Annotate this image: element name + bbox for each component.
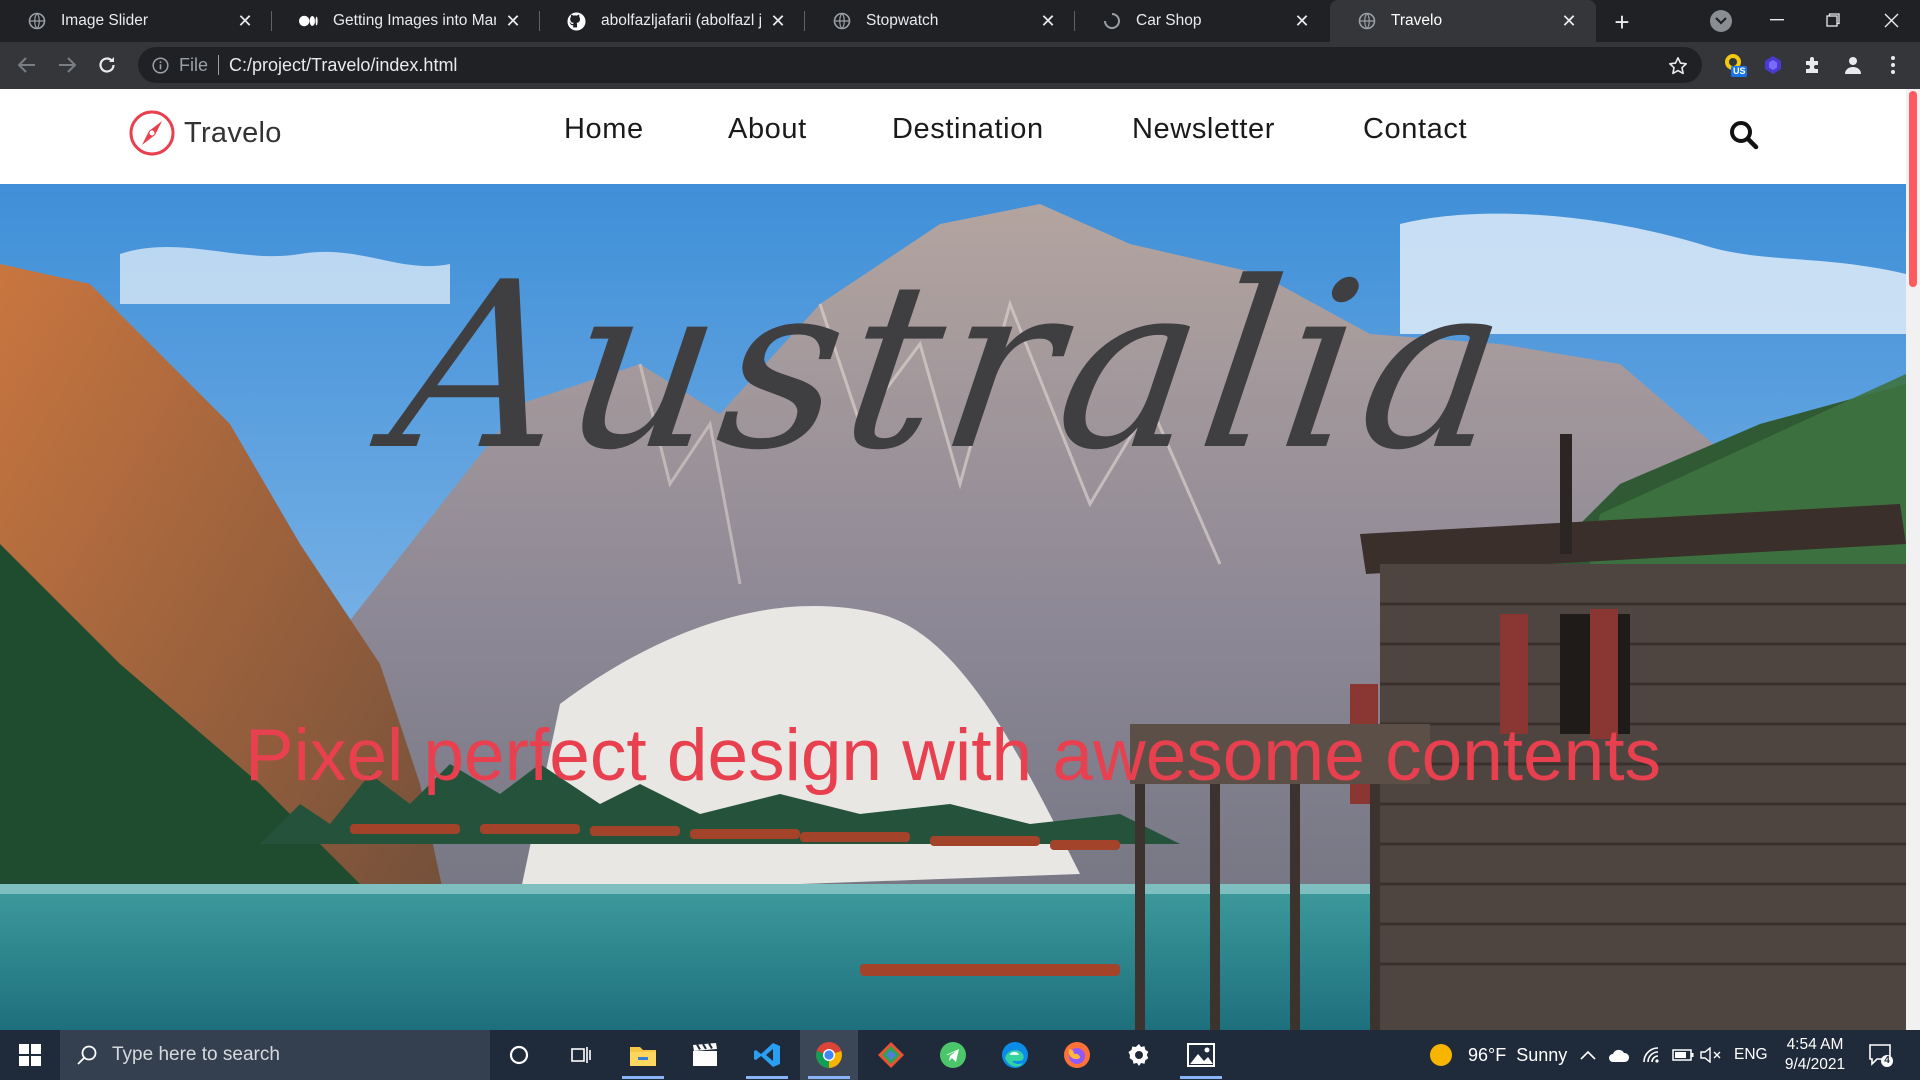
telegram-icon[interactable] <box>924 1030 982 1080</box>
tab-github[interactable]: abolfazljafarii (abolfazl jafari ✕ <box>540 0 805 42</box>
taskbar: Type here to search 96°F Sunny ENG 4:54 … <box>0 1030 1920 1080</box>
weather-widget[interactable]: 96°F Sunny <box>1428 1030 1567 1080</box>
clock-date: 9/4/2021 <box>1784 1056 1846 1073</box>
firefox-icon[interactable] <box>1048 1030 1106 1080</box>
weather-temp: 96°F <box>1468 1044 1507 1065</box>
vscode-icon[interactable] <box>738 1030 796 1080</box>
language-indicator[interactable]: ENG <box>1734 1030 1768 1080</box>
search-icon <box>77 1045 97 1065</box>
extension-badge: US <box>1733 66 1746 76</box>
onedrive-icon[interactable] <box>1608 1030 1630 1080</box>
close-tab-icon[interactable]: ✕ <box>1291 10 1313 32</box>
clock-time: 4:54 AM <box>1786 1036 1844 1053</box>
hero-subtitle: Pixel perfect design with awesome conten… <box>244 715 1662 796</box>
tab-strip: Image Slider ✕ Getting Images into Markd… <box>0 0 1920 42</box>
close-tab-icon[interactable]: ✕ <box>767 10 789 32</box>
tab-title: abolfazljafarii (abolfazl jafari <box>601 12 761 29</box>
task-view-icon[interactable] <box>552 1030 610 1080</box>
close-tab-icon[interactable]: ✕ <box>1558 10 1580 32</box>
site-logo[interactable]: Travelo <box>128 109 282 157</box>
reload-icon[interactable] <box>92 50 122 80</box>
extensions-puzzle-icon[interactable] <box>1800 52 1826 78</box>
tab-car-shop[interactable]: Car Shop ✕ <box>1075 0 1329 42</box>
movie-maker-icon[interactable] <box>676 1030 734 1080</box>
back-icon[interactable] <box>12 50 42 80</box>
address-bar[interactable]: File C:/project/Travelo/index.html <box>138 47 1702 83</box>
tab-stopwatch[interactable]: Stopwatch ✕ <box>805 0 1075 42</box>
github-icon <box>567 12 586 31</box>
sun-icon <box>1430 1044 1452 1066</box>
cortana-icon[interactable] <box>490 1030 548 1080</box>
bookmark-star-icon[interactable] <box>1667 55 1689 77</box>
search-icon[interactable] <box>1728 119 1764 155</box>
hero-title: Australia <box>379 234 1527 501</box>
globe-icon <box>832 12 851 31</box>
page-viewport: Travelo Home About Destination Newslette… <box>0 89 1920 1030</box>
tab-image-slider[interactable]: Image Slider ✕ <box>0 0 272 42</box>
nav-destination[interactable]: Destination <box>892 113 1044 146</box>
globe-icon <box>1357 12 1376 31</box>
page-scrollbar[interactable] <box>1906 89 1920 1030</box>
tab-travelo[interactable]: Travelo ✕ <box>1330 0 1596 42</box>
chrome-icon[interactable] <box>800 1030 858 1080</box>
url-text[interactable]: C:/project/Travelo/index.html <box>229 55 457 76</box>
tab-title: Car Shop <box>1136 12 1202 29</box>
tab-markdown[interactable]: Getting Images into Markdo ✕ <box>272 0 540 42</box>
site-header: Travelo Home About Destination Newslette… <box>0 89 1906 184</box>
globe-icon <box>27 12 46 31</box>
clock[interactable]: 4:54 AM 9/4/2021 <box>1770 1035 1860 1075</box>
scheme-label: File <box>179 54 209 75</box>
file-explorer-icon[interactable] <box>614 1030 672 1080</box>
close-tab-icon[interactable]: ✕ <box>234 10 256 32</box>
tab-title: Stopwatch <box>866 12 939 29</box>
nav-home[interactable]: Home <box>564 113 644 146</box>
close-window-icon[interactable] <box>1864 0 1918 40</box>
weather-condition: Sunny <box>1516 1044 1568 1065</box>
menu-kebab-icon[interactable] <box>1880 52 1906 78</box>
forward-icon[interactable] <box>52 50 82 80</box>
taskbar-search[interactable]: Type here to search <box>60 1030 490 1080</box>
tab-title: Travelo <box>1391 12 1443 29</box>
loading-icon <box>1102 12 1121 31</box>
minimize-icon[interactable] <box>1750 0 1804 40</box>
notification-count: 4 <box>1884 1055 1890 1066</box>
settings-icon[interactable] <box>1110 1030 1168 1080</box>
tab-search-icon[interactable] <box>1710 10 1732 32</box>
wifi-icon[interactable] <box>1642 1030 1662 1080</box>
browser-toolbar: File C:/project/Travelo/index.html US <box>0 42 1920 89</box>
close-tab-icon[interactable]: ✕ <box>502 10 524 32</box>
git-icon[interactable] <box>862 1030 920 1080</box>
extension-icon[interactable] <box>1760 52 1786 78</box>
photos-icon[interactable] <box>1172 1030 1230 1080</box>
show-hidden-icons-icon[interactable] <box>1580 1030 1596 1080</box>
profile-icon[interactable] <box>1840 52 1866 78</box>
info-icon[interactable] <box>151 56 169 74</box>
scrollbar-thumb[interactable] <box>1909 91 1917 287</box>
edge-icon[interactable] <box>986 1030 1044 1080</box>
nav-about[interactable]: About <box>728 113 807 146</box>
new-tab-icon[interactable]: + <box>1608 7 1636 37</box>
medium-icon <box>299 12 318 31</box>
taskbar-search-placeholder: Type here to search <box>112 1044 280 1065</box>
battery-icon[interactable] <box>1672 1030 1694 1080</box>
compass-icon <box>129 110 175 156</box>
tab-title: Getting Images into Markdo <box>333 12 496 29</box>
nav-contact[interactable]: Contact <box>1363 113 1467 146</box>
windows-start-icon[interactable] <box>0 1030 60 1080</box>
vpn-extension-icon[interactable]: US <box>1722 52 1748 78</box>
nav-newsletter[interactable]: Newsletter <box>1132 113 1275 146</box>
logo-text: Travelo <box>184 116 282 149</box>
restore-icon[interactable] <box>1806 0 1860 40</box>
volume-muted-icon[interactable] <box>1700 1030 1722 1080</box>
notification-icon[interactable]: 4 <box>1868 1042 1894 1068</box>
close-tab-icon[interactable]: ✕ <box>1037 10 1059 32</box>
hero-section: Australia Pixel perfect design with awes… <box>0 184 1906 1030</box>
tab-title: Image Slider <box>61 12 149 29</box>
